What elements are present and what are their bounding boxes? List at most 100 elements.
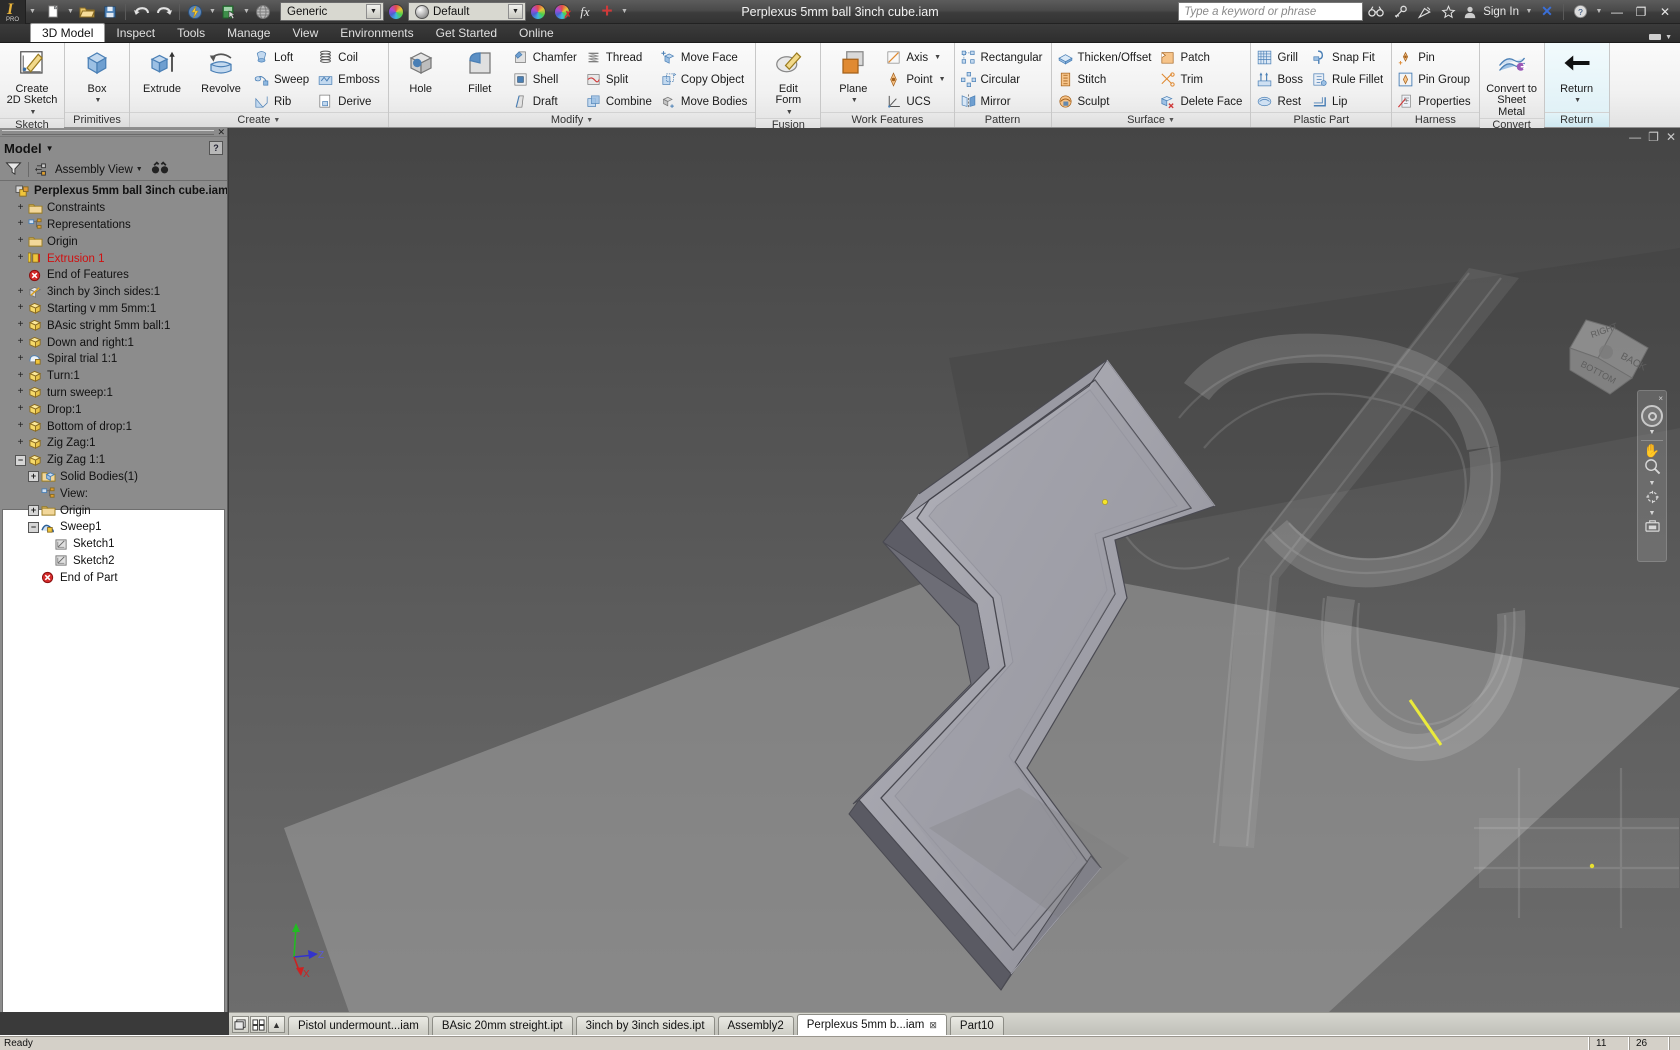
tree-node[interactable]: + Constraints (0, 200, 227, 217)
lip-button[interactable]: Lip (1309, 91, 1388, 112)
derive-button[interactable]: Derive (315, 91, 385, 112)
tree-node[interactable]: + BAsic stright 5mm ball:1 (0, 317, 227, 334)
doc-restore-button[interactable]: ❐ (1648, 130, 1659, 144)
tree-node[interactable]: + Drop:1 (0, 401, 227, 418)
document-tab[interactable]: 3inch by 3inch sides.ipt (575, 1016, 715, 1035)
status-resize-grip[interactable] (1670, 1035, 1680, 1050)
tree-node[interactable]: − Zig Zag 1:1 (0, 452, 227, 469)
browser-drag-grip[interactable]: ✕ (0, 127, 227, 138)
expand-icon[interactable]: + (15, 337, 26, 348)
close-button[interactable]: ✕ (1654, 2, 1676, 22)
ribbon-tab-view[interactable]: View (281, 23, 329, 42)
assembly-view-selector[interactable]: Assembly View ▼ (35, 162, 143, 177)
chevron-down-icon[interactable]: ▼ (46, 144, 54, 153)
navigation-bar[interactable]: × ▼ ✋ ▼ ▼ (1637, 390, 1667, 562)
appearance-combo[interactable]: Default ▼ (408, 2, 526, 21)
expand-icon[interactable]: + (15, 320, 26, 331)
chevron-down-icon[interactable]: ▼ (30, 107, 37, 119)
parameters-button[interactable]: fx (574, 2, 596, 22)
material-browser-button[interactable] (384, 2, 408, 22)
expand-icon[interactable]: + (15, 202, 26, 214)
update-button[interactable] (184, 2, 206, 22)
tree-node[interactable]: + Solid Bodies(1) (0, 469, 227, 486)
application-menu-caret[interactable]: ▼ (26, 2, 38, 22)
chevron-down-icon[interactable]: ▼ (508, 4, 523, 19)
snap-fit-button[interactable]: Snap Fit (1309, 47, 1388, 68)
tree-root-node[interactable]: Perplexus 5mm ball 3inch cube.iam (0, 183, 227, 200)
chevron-down-icon[interactable]: ▼ (273, 117, 280, 124)
tree-node[interactable]: View: (0, 485, 227, 502)
mirror-button[interactable]: Mirror (958, 91, 1048, 112)
split-button[interactable]: Split (583, 69, 657, 90)
scroll-up-icon[interactable]: ▲ (268, 1016, 285, 1033)
select-button[interactable] (218, 2, 240, 22)
orbit-icon[interactable] (1644, 489, 1661, 508)
create-2d-sketch-button[interactable]: Create 2D Sketch ▼ (3, 46, 61, 118)
expand-icon[interactable]: + (15, 353, 26, 365)
redo-button[interactable] (153, 2, 175, 22)
chevron-down-icon[interactable]: ▼ (939, 76, 946, 83)
convert-to-sheet-metal-button[interactable]: Convert to Sheet Metal (1483, 46, 1541, 118)
tree-node[interactable]: + 3inch by 3inch sides:1 (0, 284, 227, 301)
properties-button[interactable]: Properties (1395, 91, 1475, 112)
ribbon-minimize-control[interactable]: ▼ (1648, 32, 1680, 42)
delete-face-button[interactable]: Delete Face (1157, 91, 1247, 112)
favorites-icon[interactable] (1437, 2, 1459, 22)
expand-icon[interactable]: + (28, 505, 39, 517)
move-bodies-button[interactable]: Move Bodies (658, 91, 752, 112)
thread-button[interactable]: Thread (583, 47, 657, 68)
search-input[interactable]: Type a keyword or phrase (1178, 2, 1364, 21)
steering-wheel-icon[interactable] (1641, 405, 1663, 427)
ribbon-tab-get-started[interactable]: Get Started (425, 23, 508, 42)
tree-node[interactable]: + Extrusion 1 (0, 250, 227, 267)
document-tab[interactable]: Perplexus 5mm b...iam ⊠ (796, 1014, 947, 1035)
tree-node[interactable]: + Representations (0, 217, 227, 234)
close-icon[interactable]: ⊠ (929, 1020, 937, 1031)
revolve-button[interactable]: Revolve (192, 46, 250, 95)
expand-icon[interactable]: + (15, 286, 26, 298)
appearance-globe-button[interactable] (252, 2, 274, 22)
communication-center-icon[interactable] (1413, 2, 1435, 22)
tree-node[interactable]: + Origin (0, 233, 227, 250)
sign-in-button[interactable]: Sign In (1481, 6, 1521, 18)
loft-button[interactable]: Loft (251, 47, 314, 68)
tree-node[interactable]: + Starting v mm 5mm:1 (0, 301, 227, 318)
browser-close-icon[interactable]: ✕ (214, 127, 225, 138)
application-menu-button[interactable]: I PRO (0, 0, 26, 24)
doc-close-button[interactable]: ✕ (1666, 130, 1676, 144)
ribbon-tab-online[interactable]: Online (508, 23, 565, 42)
circular-button[interactable]: Circular (958, 69, 1048, 90)
chevron-down-icon[interactable]: ▼ (934, 54, 941, 61)
expand-icon[interactable]: + (28, 471, 39, 483)
pin-button[interactable]: Pin (1395, 47, 1475, 68)
patch-button[interactable]: Patch (1157, 47, 1247, 68)
tree-node[interactable]: + Origin (0, 502, 227, 519)
tree-node[interactable]: + turn sweep:1 (0, 385, 227, 402)
zoom-magnifier-icon[interactable] (1644, 458, 1661, 478)
chevron-down-icon[interactable]: ▼ (586, 117, 593, 124)
pan-hand-icon[interactable]: ✋ (1644, 443, 1660, 458)
appearance-browser-button[interactable] (526, 2, 550, 22)
undo-button[interactable] (130, 2, 152, 22)
expand-icon[interactable]: + (15, 387, 26, 398)
search-icon[interactable] (1365, 2, 1387, 22)
shell-button[interactable]: Shell (510, 69, 582, 90)
draft-button[interactable]: Draft (510, 91, 582, 112)
chamfer-button[interactable]: Chamfer (510, 47, 582, 68)
coil-button[interactable]: Coil (315, 47, 385, 68)
edit-form-button[interactable]: Edit Form ▼ (759, 46, 817, 118)
chevron-down-icon[interactable]: ▼ (851, 95, 858, 107)
tree-node[interactable]: + Zig Zag:1 (0, 435, 227, 452)
add-to-toolbar-button[interactable]: + (596, 2, 618, 22)
expand-icon[interactable]: + (15, 253, 26, 264)
tree-node[interactable]: End of Part (0, 569, 227, 586)
cascade-windows-icon[interactable] (232, 1016, 249, 1033)
rectangular-button[interactable]: Rectangular (958, 47, 1048, 68)
open-file-button[interactable] (76, 2, 98, 22)
axis-button[interactable]: Axis ▼ (883, 47, 950, 68)
exchange-apps-icon[interactable]: ✕ (1536, 2, 1558, 22)
chevron-down-icon[interactable]: ▼ (1649, 510, 1656, 517)
chevron-down-icon[interactable]: ▼ (95, 95, 102, 107)
chevron-down-icon[interactable]: ▼ (1168, 117, 1175, 124)
expand-icon[interactable]: + (15, 437, 26, 449)
